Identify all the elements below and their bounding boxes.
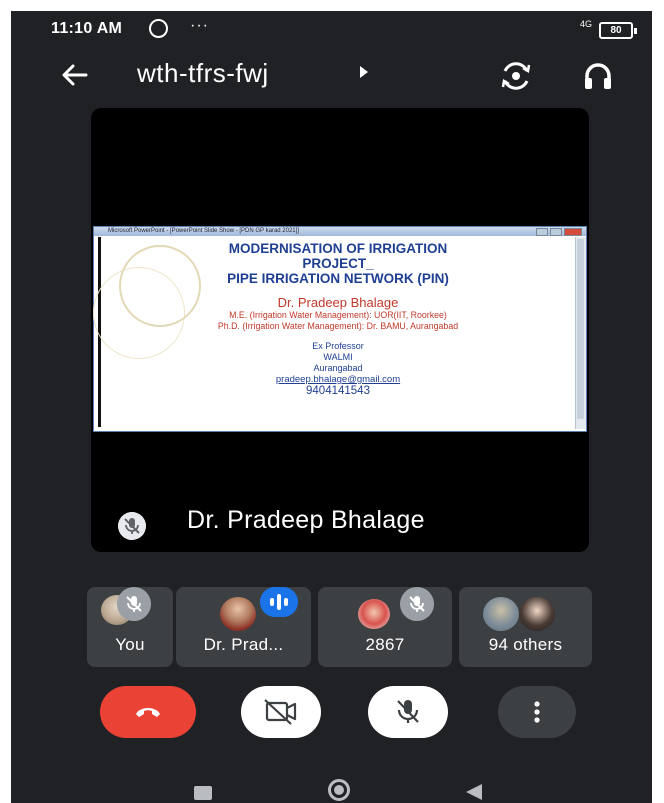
close-icon xyxy=(564,228,582,236)
camera-toggle-button[interactable] xyxy=(241,686,321,738)
whatsapp-icon xyxy=(149,19,168,38)
participant-name: You xyxy=(115,635,145,654)
meeting-top-bar: wth-tfrs-fwj xyxy=(11,49,652,107)
window-titlebar: Microsoft PowerPoint - [PowerPoint Slide… xyxy=(94,227,586,236)
slide-phone: 9404141543 xyxy=(306,385,370,397)
slide-title-line: PIPE IRRIGATION NETWORK (PIN) xyxy=(227,271,449,286)
window-title: Microsoft PowerPoint - [PowerPoint Slide… xyxy=(108,228,299,234)
slide-credential: Ph.D. (Irrigation Water Management): Dr.… xyxy=(217,320,459,331)
slide-credential: M.E. (Irrigation Water Management): UOR(… xyxy=(229,310,447,320)
participant-tile-2867[interactable]: 2867 xyxy=(318,587,452,667)
slide-role: Ex Professor xyxy=(312,341,364,351)
video-off-icon xyxy=(264,699,297,725)
avatar xyxy=(519,597,555,631)
more-vert-icon xyxy=(534,701,540,723)
shared-screen-window: Microsoft PowerPoint - [PowerPoint Slide… xyxy=(93,226,587,432)
avatar xyxy=(220,597,256,631)
mic-off-icon xyxy=(118,512,146,540)
slide-author: Dr. Pradeep Bhalage xyxy=(277,295,399,310)
slide-content: MODERNISATION OF IRRIGATION PROJECT_ PIP… xyxy=(101,241,575,398)
participant-tile-others[interactable]: 94 others xyxy=(459,587,592,667)
participant-tile-speaker[interactable]: Dr. Prad... xyxy=(176,587,311,667)
status-more-dots: ··· xyxy=(190,17,209,34)
home-icon[interactable] xyxy=(328,779,350,801)
minimize-icon xyxy=(536,228,548,236)
back-nav-icon[interactable] xyxy=(466,784,482,800)
mic-off-icon xyxy=(400,587,434,621)
avatar xyxy=(358,599,390,629)
slide-title-line: PROJECT_ xyxy=(302,256,374,271)
slide-city: Aurangabad xyxy=(313,363,363,373)
slide-title-line: MODERNISATION OF IRRIGATION xyxy=(228,241,448,256)
end-call-button[interactable] xyxy=(100,686,196,738)
status-time: 11:10 AM xyxy=(51,20,123,37)
main-speaker-name: Dr. Pradeep Bhalage xyxy=(187,506,425,534)
meeting-code[interactable]: wth-tfrs-fwj xyxy=(137,58,269,89)
system-navigation-bar xyxy=(11,756,652,803)
slide: MODERNISATION OF IRRIGATION PROJECT_ PIP… xyxy=(93,237,575,427)
status-bar: 11:10 AM ··· 4G 80 xyxy=(11,11,652,49)
phone-screen: 11:10 AM ··· 4G 80 wth-tfrs-fwj Microsof… xyxy=(11,11,652,803)
mic-off-icon xyxy=(397,700,419,723)
main-video-tile[interactable]: Microsoft PowerPoint - [PowerPoint Slide… xyxy=(91,108,589,552)
participant-name: 2867 xyxy=(365,635,405,654)
slide-org: WALMI xyxy=(323,352,353,362)
signal-icon: 4G xyxy=(580,19,593,29)
participant-name: Dr. Prad... xyxy=(203,635,284,654)
mic-off-icon xyxy=(117,587,151,621)
maximize-icon xyxy=(550,228,562,236)
more-options-button[interactable] xyxy=(498,686,576,738)
speaking-indicator-icon xyxy=(260,587,298,617)
caret-right-icon[interactable] xyxy=(360,66,368,78)
recents-icon[interactable] xyxy=(194,786,212,800)
mic-toggle-button[interactable] xyxy=(368,686,448,738)
participant-tile-you[interactable]: You xyxy=(87,587,173,667)
window-scrollbar xyxy=(575,237,586,429)
headphones-icon[interactable] xyxy=(581,59,615,93)
avatar xyxy=(483,597,519,631)
battery-icon: 80 xyxy=(599,22,637,39)
slide-email: pradeep.bhalage@gmail.com xyxy=(275,374,401,385)
back-arrow-icon[interactable] xyxy=(55,55,95,95)
switch-camera-icon[interactable] xyxy=(499,59,533,93)
phone-hangup-icon xyxy=(136,708,160,717)
participant-name: 94 others xyxy=(488,635,563,654)
